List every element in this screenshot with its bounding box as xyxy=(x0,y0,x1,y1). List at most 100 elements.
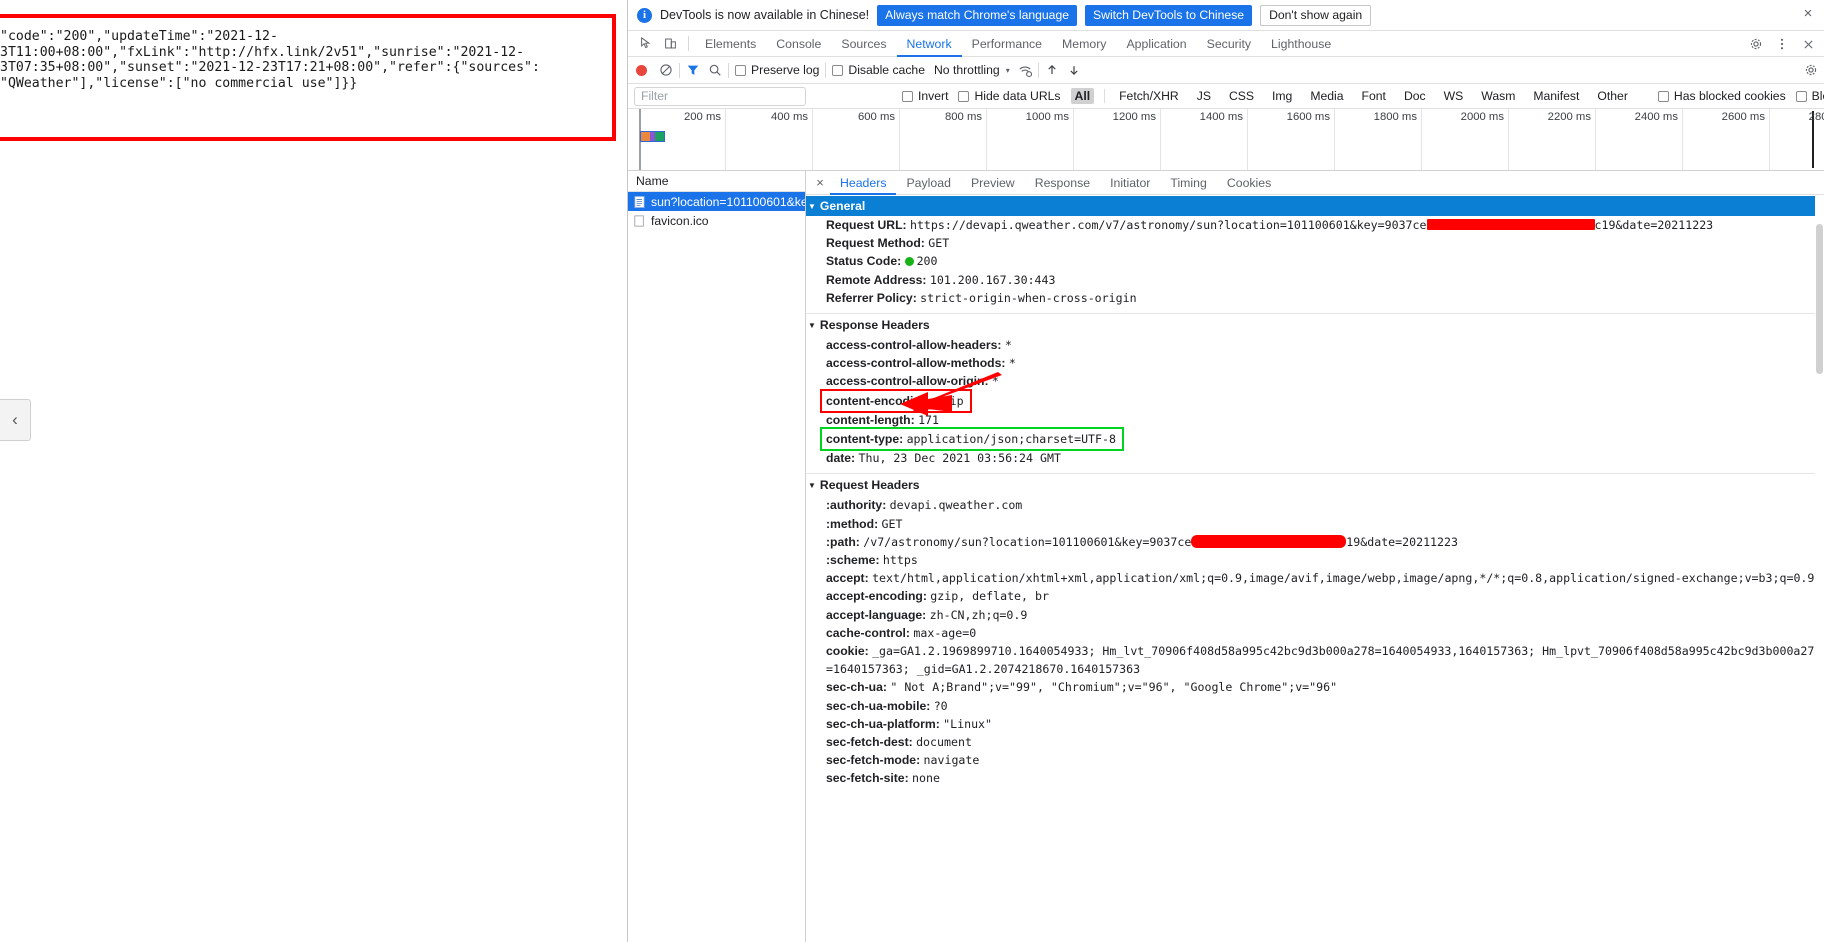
filter-type-wasm[interactable]: Wasm xyxy=(1477,88,1519,104)
table-row[interactable]: sun?location=101100601&ke… xyxy=(628,192,805,211)
tab-sources[interactable]: Sources xyxy=(831,31,896,57)
tab-performance[interactable]: Performance xyxy=(962,31,1052,57)
invert-checkbox[interactable]: Invert xyxy=(902,89,948,103)
chevron-down-icon: ▼ xyxy=(808,480,816,490)
network-conditions-icon[interactable] xyxy=(1018,63,1032,78)
record-button-icon[interactable] xyxy=(636,64,647,76)
header-value: GET xyxy=(928,236,950,251)
filter-type-css[interactable]: CSS xyxy=(1225,88,1258,104)
header-key: Request URL: xyxy=(826,218,907,232)
header-value: _ga=GA1.2.1969899710.1640054933; Hm_lvt_… xyxy=(826,644,1822,677)
close-devtools-icon[interactable] xyxy=(1796,33,1820,55)
detail-tab-headers[interactable]: Headers xyxy=(830,171,896,195)
filter-type-media[interactable]: Media xyxy=(1306,88,1347,104)
tab-network[interactable]: Network xyxy=(897,31,962,57)
tab-application[interactable]: Application xyxy=(1116,31,1196,57)
overview-tick: 1200 ms xyxy=(1112,111,1156,123)
preserve-log-checkbox[interactable]: Preserve log xyxy=(735,63,819,77)
import-har-icon[interactable] xyxy=(1045,63,1059,77)
info-icon: i xyxy=(637,7,652,23)
details-scrollbar-thumb[interactable] xyxy=(1816,224,1823,374)
overview-tick: 1000 ms xyxy=(1025,111,1069,123)
close-icon[interactable]: × xyxy=(1800,6,1816,22)
header-key: sec-fetch-mode: xyxy=(826,753,921,768)
overview-tick: 2000 ms xyxy=(1460,111,1504,123)
export-har-icon[interactable] xyxy=(1067,63,1081,77)
overview-tick: 600 ms xyxy=(857,111,895,123)
filter-type-js[interactable]: JS xyxy=(1193,88,1215,104)
request-list-column-name[interactable]: Name xyxy=(628,171,805,192)
response-headers-section-header[interactable]: ▼ Response Headers xyxy=(806,313,1824,336)
switch-devtools-to-chinese-button[interactable]: Switch DevTools to Chinese xyxy=(1085,4,1253,26)
header-value: " Not A;Brand";v="99", "Chromium";v="96"… xyxy=(890,680,1338,695)
hide-data-urls-checkbox[interactable]: Hide data URLs xyxy=(958,89,1061,103)
header-row-accept: accept: text/html,application/xhtml+xml,… xyxy=(806,569,1824,587)
close-details-icon[interactable]: × xyxy=(810,175,830,190)
has-blocked-cookies-checkbox[interactable]: Has blocked cookies xyxy=(1657,89,1786,103)
header-row-authority: :authority: devapi.qweather.com xyxy=(806,496,1824,514)
disable-cache-checkbox[interactable]: Disable cache xyxy=(832,63,925,77)
general-section-header[interactable]: ▼ General xyxy=(806,196,1824,216)
filter-funnel-icon[interactable] xyxy=(686,63,700,77)
more-options-icon[interactable] xyxy=(1770,33,1794,55)
tab-console[interactable]: Console xyxy=(766,31,831,57)
search-icon[interactable] xyxy=(708,63,722,77)
header-row-sec-ch-ua: sec-ch-ua: " Not A;Brand";v="99", "Chrom… xyxy=(806,678,1824,696)
redaction-bar xyxy=(1191,534,1347,548)
detail-tab-payload[interactable]: Payload xyxy=(896,171,960,195)
overview-tick: 2200 ms xyxy=(1547,111,1591,123)
details-scrollbar[interactable] xyxy=(1815,196,1824,942)
filter-type-all[interactable]: All xyxy=(1070,88,1095,104)
overview-tick: 2800 ms xyxy=(1808,111,1824,123)
always-match-language-button[interactable]: Always match Chrome's language xyxy=(877,4,1078,26)
inspect-element-icon[interactable] xyxy=(634,33,658,55)
dont-show-again-button[interactable]: Don't show again xyxy=(1260,4,1372,26)
detail-tab-timing[interactable]: Timing xyxy=(1160,171,1216,195)
throttling-select[interactable]: No throttling ▾ xyxy=(934,63,1010,77)
header-row-date: date: Thu, 23 Dec 2021 03:56:24 GMT xyxy=(806,449,1824,467)
tab-security[interactable]: Security xyxy=(1197,31,1261,57)
detail-tab-preview[interactable]: Preview xyxy=(961,171,1025,195)
general-section-title: General xyxy=(819,199,866,213)
request-list-pane: Name sun?location=101100601&ke… favicon.… xyxy=(628,171,806,942)
checkbox-box xyxy=(958,90,970,102)
filter-type-font[interactable]: Font xyxy=(1358,88,1390,104)
chevron-down-icon: ▼ xyxy=(808,201,816,211)
header-value: none xyxy=(912,771,940,786)
devtools-language-banner: i DevTools is now available in Chinese! … xyxy=(628,0,1824,31)
network-settings-gear-icon[interactable] xyxy=(1804,63,1818,80)
table-row[interactable]: favicon.ico xyxy=(628,211,805,230)
filter-type-ws[interactable]: WS xyxy=(1440,88,1468,104)
header-value: navigate xyxy=(923,753,980,768)
detail-tab-cookies[interactable]: Cookies xyxy=(1217,171,1281,195)
json-response-text: "code":"200","updateTime":"2021-12- 3T11… xyxy=(0,29,540,91)
blocked-requests-checkbox[interactable]: Blocked Requests xyxy=(1795,89,1824,103)
filter-type-other[interactable]: Other xyxy=(1593,88,1631,104)
filter-type-fetch-xhr[interactable]: Fetch/XHR xyxy=(1115,88,1183,104)
filter-type-manifest[interactable]: Manifest xyxy=(1529,88,1583,104)
tab-memory[interactable]: Memory xyxy=(1052,31,1116,57)
request-headers-section-header[interactable]: ▼ Request Headers xyxy=(806,473,1824,496)
clear-network-log-icon[interactable] xyxy=(659,63,673,77)
header-row-remote-address: Remote Address: 101.200.167.30:443 xyxy=(806,271,1824,289)
settings-gear-icon[interactable] xyxy=(1744,33,1768,55)
detail-tab-initiator[interactable]: Initiator xyxy=(1100,171,1160,195)
network-overview-timeline[interactable]: 200 ms 400 ms 600 ms 800 ms 1000 ms 1200… xyxy=(628,109,1824,171)
filter-type-doc[interactable]: Doc xyxy=(1400,88,1430,104)
detail-tab-response[interactable]: Response xyxy=(1025,171,1100,195)
overview-tick: 1400 ms xyxy=(1199,111,1243,123)
header-row-sec-ch-ua-mobile: sec-ch-ua-mobile: ?0 xyxy=(806,697,1824,715)
tab-elements[interactable]: Elements xyxy=(695,31,766,57)
redaction-bar xyxy=(1426,219,1595,230)
page-prev-arrow[interactable]: ‹ xyxy=(0,399,31,441)
device-toolbar-icon[interactable] xyxy=(658,33,682,55)
filter-input[interactable] xyxy=(634,86,806,106)
tabstrip-actions xyxy=(1744,31,1820,57)
devtools-panel: i DevTools is now available in Chinese! … xyxy=(628,0,1824,942)
header-row-status-code: Status Code: 200 xyxy=(806,252,1824,270)
header-key: sec-fetch-site: xyxy=(826,771,909,786)
tab-lighthouse[interactable]: Lighthouse xyxy=(1261,31,1341,57)
filter-type-img[interactable]: Img xyxy=(1268,88,1296,104)
header-key: date: xyxy=(826,451,856,466)
overview-tick: 1800 ms xyxy=(1373,111,1417,123)
